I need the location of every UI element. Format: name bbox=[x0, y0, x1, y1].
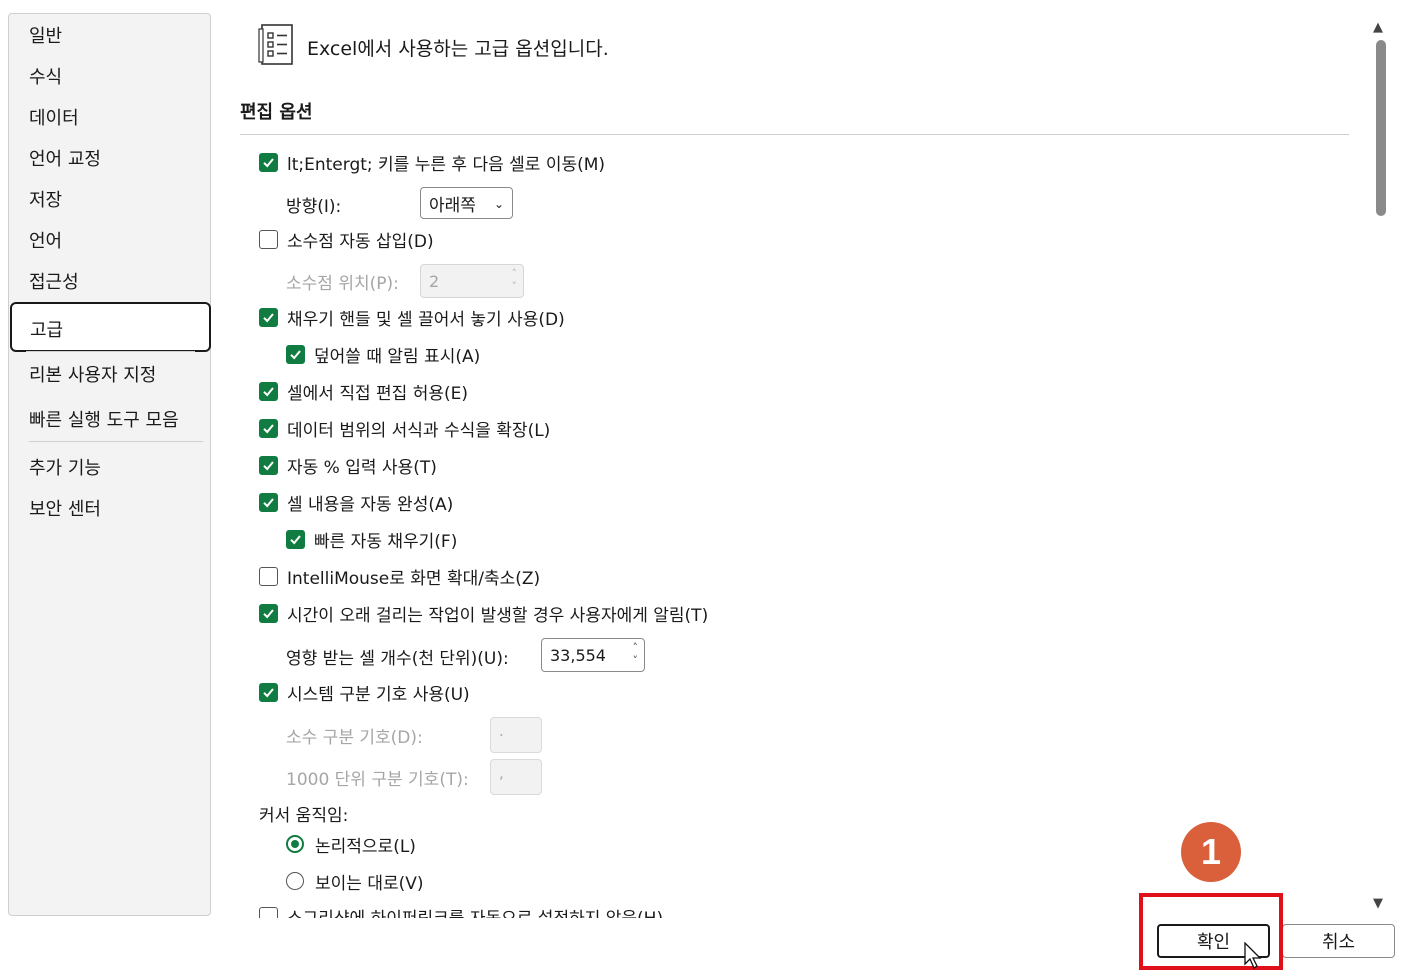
option-system-separators[interactable]: 시스템 구분 기호 사용(U) bbox=[259, 681, 470, 705]
checkbox-unchecked-icon[interactable] bbox=[259, 566, 278, 586]
affected-cells-label-text: 영향 받는 셀 개수(천 단위)(U): bbox=[286, 648, 509, 669]
sidebar-item-quick-access-toolbar[interactable]: 빠른 실행 도구 모음 bbox=[29, 406, 179, 432]
sidebar-item-label: 고급 bbox=[30, 320, 64, 341]
thousands-sep-label: 1000 단위 구분 기호(T): bbox=[286, 766, 469, 790]
selection-underline bbox=[26, 351, 195, 352]
option-label: 셀에서 직접 편집 허용(E) bbox=[287, 383, 468, 404]
decimal-places-spinner: 2 ˄ ˅ bbox=[420, 264, 524, 298]
sidebar-item-trust-center[interactable]: 보안 센터 bbox=[29, 495, 101, 521]
affected-cells-value: 33,554 bbox=[550, 645, 606, 665]
spinner-arrows-icon[interactable]: ˄ ˅ bbox=[633, 641, 639, 667]
direction-label-text: 방향(I): bbox=[286, 196, 342, 217]
mouse-cursor-icon bbox=[1244, 942, 1262, 969]
checkbox-checked-icon[interactable] bbox=[259, 418, 278, 438]
scroll-up-arrow-icon[interactable]: ▲ bbox=[1373, 20, 1383, 35]
sidebar-item-add-ins[interactable]: 추가 기능 bbox=[29, 454, 101, 480]
option-intellimouse[interactable]: IntelliMouse로 화면 확대/축소(Z) bbox=[259, 565, 541, 589]
checkbox-checked-icon[interactable] bbox=[286, 529, 305, 549]
category-sidebar: 일반 수식 데이터 언어 교정 저장 언어 접근성 고급 리본 사용자 지정 빠… bbox=[8, 13, 211, 916]
option-auto-percent[interactable]: 자동 % 입력 사용(T) bbox=[259, 454, 437, 478]
spinner-arrows-icon: ˄ ˅ bbox=[511, 267, 518, 293]
checkbox-checked-icon[interactable] bbox=[259, 455, 278, 475]
decimal-sep-label-text: 소수 구분 기호(D): bbox=[286, 727, 423, 748]
option-label: 소그리샷에 하이퍼링크를 자동으로 설정하지 않음(H) bbox=[287, 904, 663, 919]
sidebar-item-proofing[interactable]: 언어 교정 bbox=[29, 145, 101, 171]
option-label: 시스템 구분 기호 사용(U) bbox=[287, 684, 470, 705]
direction-select[interactable]: 아래쪽 ⌄ bbox=[420, 187, 513, 219]
option-cutoff[interactable]: 소그리샷에 하이퍼링크를 자동으로 설정하지 않음(H) bbox=[259, 905, 663, 918]
option-label: 빠른 자동 채우기(F) bbox=[314, 531, 458, 552]
sidebar-item-save[interactable]: 저장 bbox=[29, 186, 62, 212]
option-label: 채우기 핸들 및 셀 끌어서 놓기 사용(D) bbox=[287, 309, 565, 330]
option-label: 보이는 대로(V) bbox=[315, 873, 424, 894]
option-label: 논리적으로(L) bbox=[315, 836, 416, 857]
checkbox-checked-icon[interactable] bbox=[259, 152, 278, 172]
option-autocomplete[interactable]: 셀 내용을 자동 완성(A) bbox=[259, 491, 454, 515]
radio-logical[interactable]: 논리적으로(L) bbox=[286, 833, 416, 857]
option-decimal-insert[interactable]: 소수점 자동 삽입(D) bbox=[259, 228, 434, 252]
direction-select-value: 아래쪽 bbox=[429, 195, 476, 216]
decimal-places-value: 2 bbox=[429, 271, 440, 291]
option-label: 데이터 범위의 서식과 수식을 확장(L) bbox=[287, 420, 551, 441]
sidebar-item-accessibility[interactable]: 접근성 bbox=[29, 268, 79, 294]
option-overwrite-alert[interactable]: 덮어쓸 때 알림 표시(A) bbox=[286, 343, 481, 367]
option-label: 자동 % 입력 사용(T) bbox=[287, 457, 437, 478]
checkbox-unchecked-icon[interactable] bbox=[259, 906, 278, 918]
step-badge: 1 bbox=[1181, 822, 1241, 882]
option-label: 덮어쓸 때 알림 표시(A) bbox=[314, 346, 481, 367]
list-settings-icon bbox=[258, 24, 293, 65]
cursor-movement-label-text: 커서 움직임: bbox=[259, 805, 349, 826]
section-divider bbox=[240, 134, 1349, 135]
affected-cells-spinner[interactable]: 33,554 ˄ ˅ bbox=[541, 638, 645, 672]
option-label: 시간이 오래 걸리는 작업이 발생할 경우 사용자에게 알림(T) bbox=[287, 605, 709, 626]
sidebar-item-customize-ribbon[interactable]: 리본 사용자 지정 bbox=[29, 361, 156, 387]
sidebar-item-advanced[interactable]: 고급 bbox=[10, 302, 211, 352]
option-label: IntelliMouse로 화면 확대/축소(Z) bbox=[287, 568, 541, 589]
page-description: Excel에서 사용하는 고급 옵션입니다. bbox=[307, 38, 609, 60]
checkbox-checked-icon[interactable] bbox=[259, 603, 278, 623]
decimal-sep-label: 소수 구분 기호(D): bbox=[286, 724, 423, 748]
checkbox-unchecked-icon[interactable] bbox=[259, 229, 278, 249]
option-edit-in-cell[interactable]: 셀에서 직접 편집 허용(E) bbox=[259, 380, 468, 404]
radio-visual[interactable]: 보이는 대로(V) bbox=[286, 870, 424, 894]
sidebar-item-language[interactable]: 언어 bbox=[29, 227, 62, 253]
options-content: Excel에서 사용하는 고급 옵션입니다. 편집 옵션 lt;Entergt;… bbox=[227, 0, 1365, 918]
checkbox-checked-icon[interactable] bbox=[286, 344, 305, 364]
cursor-movement-label: 커서 움직임: bbox=[259, 802, 349, 826]
sidebar-divider bbox=[29, 441, 203, 442]
cancel-button[interactable]: 취소 bbox=[1282, 924, 1395, 958]
sidebar-item-general[interactable]: 일반 bbox=[29, 22, 62, 48]
sidebar-item-formulas[interactable]: 수식 bbox=[29, 63, 62, 89]
decimal-places-label: 소수점 위치(P): bbox=[286, 270, 399, 294]
decimal-places-label-text: 소수점 위치(P): bbox=[286, 273, 399, 294]
decimal-sep-field: . bbox=[490, 717, 542, 753]
sidebar-item-data[interactable]: 데이터 bbox=[29, 104, 79, 130]
scroll-down-arrow-icon[interactable]: ▼ bbox=[1373, 896, 1383, 911]
checkbox-checked-icon[interactable] bbox=[259, 492, 278, 512]
radio-selected-icon[interactable] bbox=[286, 835, 304, 853]
option-fill-handle[interactable]: 채우기 핸들 및 셀 끌어서 놓기 사용(D) bbox=[259, 306, 565, 330]
direction-label: 방향(I): bbox=[286, 193, 342, 217]
checkbox-checked-icon[interactable] bbox=[259, 381, 278, 401]
option-label: 소수점 자동 삽입(D) bbox=[287, 231, 434, 252]
section-title: 편집 옵션 bbox=[240, 102, 313, 123]
checkbox-checked-icon[interactable] bbox=[259, 307, 278, 327]
option-extend-formats[interactable]: 데이터 범위의 서식과 수식을 확장(L) bbox=[259, 417, 551, 441]
option-flash-fill[interactable]: 빠른 자동 채우기(F) bbox=[286, 528, 458, 552]
affected-cells-label: 영향 받는 셀 개수(천 단위)(U): bbox=[286, 645, 509, 669]
thousands-sep-label-text: 1000 단위 구분 기호(T): bbox=[286, 769, 469, 790]
option-label: 셀 내용을 자동 완성(A) bbox=[287, 494, 454, 515]
option-enter-move[interactable]: lt;Entergt; 키를 누른 후 다음 셀로 이동(M) bbox=[259, 151, 606, 175]
thousands-sep-field: , bbox=[490, 759, 542, 795]
option-long-op-alert[interactable]: 시간이 오래 걸리는 작업이 발생할 경우 사용자에게 알림(T) bbox=[259, 602, 709, 626]
checkbox-checked-icon[interactable] bbox=[259, 682, 278, 702]
scrollbar-thumb[interactable] bbox=[1376, 40, 1386, 216]
option-label: lt;Entergt; 키를 누른 후 다음 셀로 이동(M) bbox=[287, 154, 606, 175]
radio-unselected-icon[interactable] bbox=[286, 872, 304, 890]
chevron-down-icon: ⌄ bbox=[493, 197, 504, 211]
